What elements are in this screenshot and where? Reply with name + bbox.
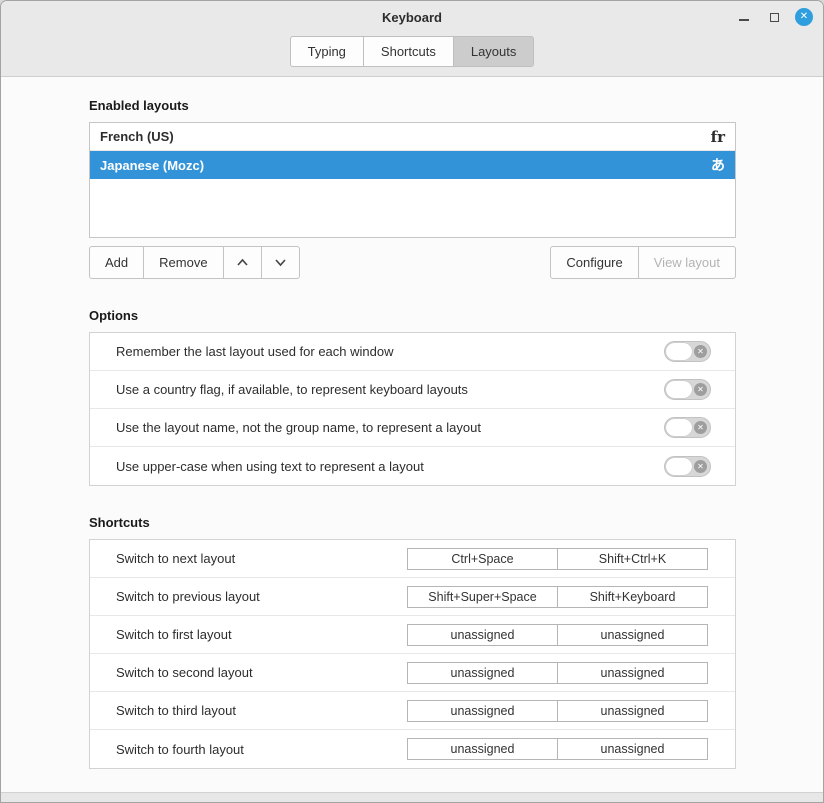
shortcut-row-fourth-layout: Switch to fourth layout unassigned unass… <box>90 730 735 768</box>
option-row-remember-layout: Remember the last layout used for each w… <box>90 333 735 371</box>
layout-action-button-group: Configure View layout <box>550 246 736 279</box>
layouts-page: Enabled layouts French (US) fr Japanese … <box>1 77 823 792</box>
option-label: Use a country flag, if available, to rep… <box>116 382 468 397</box>
minimize-icon <box>739 19 749 21</box>
layout-name-toggle[interactable]: ✕ <box>664 417 711 438</box>
keybinding-button[interactable]: unassigned <box>557 662 708 684</box>
add-layout-button[interactable]: Add <box>89 246 144 279</box>
close-button[interactable]: ✕ <box>795 8 813 26</box>
tab-typing[interactable]: Typing <box>290 36 364 67</box>
keybinding-button[interactable]: Shift+Ctrl+K <box>557 548 708 570</box>
shortcut-row-next-layout: Switch to next layout Ctrl+Space Shift+C… <box>90 540 735 578</box>
keybinding-button[interactable]: Ctrl+Space <box>407 548 558 570</box>
remember-layout-toggle[interactable]: ✕ <box>664 341 711 362</box>
shortcut-label: Switch to previous layout <box>116 589 260 604</box>
layout-edit-button-group: Add Remove <box>89 246 300 279</box>
keybinding-button[interactable]: unassigned <box>407 700 558 722</box>
keybinding-button[interactable]: unassigned <box>407 738 558 760</box>
maximize-button[interactable] <box>765 8 783 26</box>
shortcut-label: Switch to next layout <box>116 551 235 566</box>
enabled-layouts-heading: Enabled layouts <box>89 98 736 113</box>
keyboard-settings-window: Keyboard ✕ Typing Shortcuts Layouts Enab… <box>0 0 824 803</box>
window-title: Keyboard <box>382 10 442 25</box>
keybinding-button[interactable]: unassigned <box>407 624 558 646</box>
keybinding-button[interactable]: Shift+Keyboard <box>557 586 708 608</box>
layout-row-french[interactable]: French (US) fr <box>90 123 735 151</box>
chevron-down-icon <box>274 258 287 267</box>
shortcut-label: Switch to third layout <box>116 703 236 718</box>
toggle-off-icon: ✕ <box>694 460 707 473</box>
close-icon: ✕ <box>800 12 808 22</box>
shortcut-row-third-layout: Switch to third layout unassigned unassi… <box>90 692 735 730</box>
minimize-button[interactable] <box>735 8 753 26</box>
layout-indicator: fr <box>711 128 725 146</box>
move-layout-up-button[interactable] <box>223 246 262 279</box>
keybinding-pair: Ctrl+Space Shift+Ctrl+K <box>407 548 708 570</box>
tab-bar: Typing Shortcuts Layouts <box>1 33 823 77</box>
shortcuts-heading: Shortcuts <box>89 515 736 530</box>
option-row-upper-case: Use upper-case when using text to repres… <box>90 447 735 485</box>
enabled-layouts-list: French (US) fr Japanese (Mozc) あ <box>89 122 736 238</box>
keybinding-pair: unassigned unassigned <box>407 662 708 684</box>
option-label: Remember the last layout used for each w… <box>116 344 393 359</box>
toggle-knob <box>666 381 692 398</box>
shortcut-row-previous-layout: Switch to previous layout Shift+Super+Sp… <box>90 578 735 616</box>
configure-button[interactable]: Configure <box>550 246 638 279</box>
toggle-knob <box>666 458 692 475</box>
keybinding-pair: unassigned unassigned <box>407 624 708 646</box>
keybinding-button[interactable]: Shift+Super+Space <box>407 586 558 608</box>
titlebar[interactable]: Keyboard ✕ <box>1 1 823 33</box>
tab-layouts[interactable]: Layouts <box>453 36 535 67</box>
shortcut-label: Switch to first layout <box>116 627 232 642</box>
toggle-off-icon: ✕ <box>694 345 707 358</box>
option-row-layout-name: Use the layout name, not the group name,… <box>90 409 735 447</box>
keybinding-button[interactable]: unassigned <box>557 624 708 646</box>
country-flag-toggle[interactable]: ✕ <box>664 379 711 400</box>
chevron-up-icon <box>236 258 249 267</box>
view-layout-button[interactable]: View layout <box>638 246 736 279</box>
layout-indicator: あ <box>711 155 725 175</box>
maximize-icon <box>770 13 779 22</box>
tab-shortcuts[interactable]: Shortcuts <box>363 36 454 67</box>
option-row-country-flag: Use a country flag, if available, to rep… <box>90 371 735 409</box>
shortcut-label: Switch to fourth layout <box>116 742 244 757</box>
layout-name: Japanese (Mozc) <box>100 158 204 173</box>
keybinding-pair: unassigned unassigned <box>407 738 708 760</box>
options-panel: Remember the last layout used for each w… <box>89 332 736 486</box>
remove-layout-button[interactable]: Remove <box>143 246 223 279</box>
window-controls: ✕ <box>735 1 813 33</box>
move-layout-down-button[interactable] <box>261 246 300 279</box>
shortcut-row-second-layout: Switch to second layout unassigned unass… <box>90 654 735 692</box>
toggle-off-icon: ✕ <box>694 383 707 396</box>
layout-name: French (US) <box>100 129 174 144</box>
options-heading: Options <box>89 308 736 323</box>
layout-list-toolbar: Add Remove Configure View layout <box>89 246 736 279</box>
option-label: Use the layout name, not the group name,… <box>116 420 481 435</box>
keybinding-pair: Shift+Super+Space Shift+Keyboard <box>407 586 708 608</box>
shortcut-label: Switch to second layout <box>116 665 253 680</box>
shortcut-row-first-layout: Switch to first layout unassigned unassi… <box>90 616 735 654</box>
option-label: Use upper-case when using text to repres… <box>116 459 424 474</box>
window-bottom-edge <box>1 792 823 802</box>
toggle-knob <box>666 419 692 436</box>
toggle-knob <box>666 343 692 360</box>
layout-row-japanese[interactable]: Japanese (Mozc) あ <box>90 151 735 179</box>
keybinding-button[interactable]: unassigned <box>557 700 708 722</box>
shortcuts-panel: Switch to next layout Ctrl+Space Shift+C… <box>89 539 736 769</box>
toggle-off-icon: ✕ <box>694 421 707 434</box>
upper-case-toggle[interactable]: ✕ <box>664 456 711 477</box>
keybinding-button[interactable]: unassigned <box>557 738 708 760</box>
keybinding-button[interactable]: unassigned <box>407 662 558 684</box>
keybinding-pair: unassigned unassigned <box>407 700 708 722</box>
